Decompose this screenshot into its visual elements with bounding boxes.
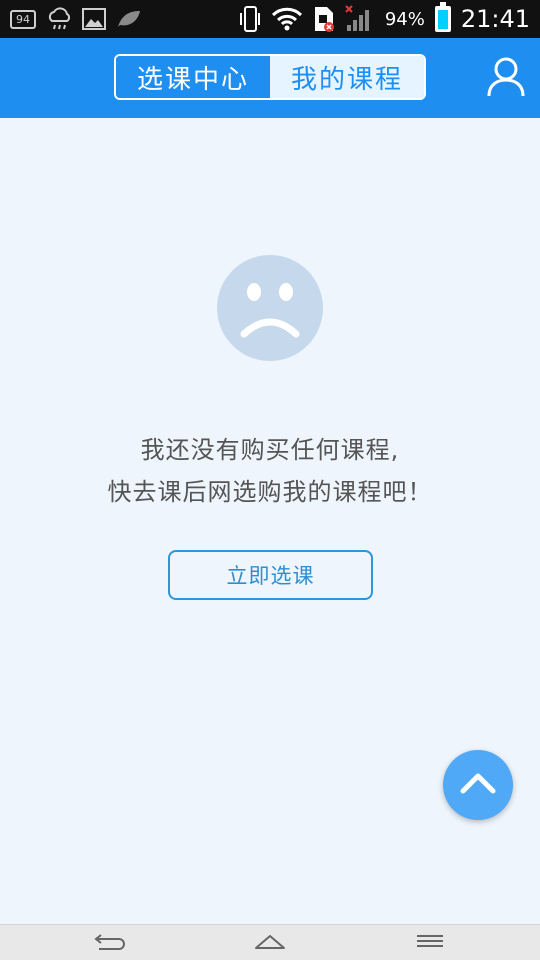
back-button[interactable] (90, 929, 130, 957)
user-icon[interactable] (486, 56, 526, 98)
clock: 21:41 (460, 5, 530, 33)
wifi-icon (271, 7, 303, 31)
menu-button[interactable] (410, 929, 450, 957)
chevron-up-icon (459, 771, 497, 799)
vibrate-icon (239, 5, 261, 33)
status-bar-right: 94% 21:41 (239, 2, 530, 33)
notification-94-icon: 94 (10, 9, 36, 29)
sad-face-icon (216, 254, 324, 362)
screen: 94 94% 21:41 选课中心 我的课程 我还没有购买任何课程, 快去课后网… (0, 0, 540, 960)
status-bar-left: 94 (10, 7, 142, 31)
home-button[interactable] (250, 929, 290, 957)
empty-message-line2: 快去课后网选购我的课程吧！ (107, 478, 433, 506)
tab-switcher: 选课中心 我的课程 (114, 54, 426, 100)
header: 选课中心 我的课程 (0, 38, 540, 118)
tab-course-center[interactable]: 选课中心 (116, 56, 270, 98)
scroll-to-top-button[interactable] (443, 750, 513, 820)
leaf-icon (116, 9, 142, 29)
menu-icon (415, 932, 445, 954)
notification-badge: 94 (10, 9, 36, 29)
select-course-button[interactable]: 立即选课 (168, 550, 373, 600)
battery-percent: 94% (384, 8, 425, 30)
back-icon (93, 931, 127, 955)
empty-message-line1: 我还没有购买任何课程, (140, 436, 400, 464)
sim-icon (313, 5, 335, 33)
home-icon (253, 931, 287, 955)
signal-icon (345, 5, 375, 33)
gallery-icon (82, 8, 106, 30)
navigation-bar (0, 924, 540, 960)
tab-my-courses[interactable]: 我的课程 (270, 56, 424, 98)
weather-icon (46, 7, 72, 31)
status-bar: 94 94% 21:41 (0, 0, 540, 38)
battery-icon (434, 2, 451, 32)
